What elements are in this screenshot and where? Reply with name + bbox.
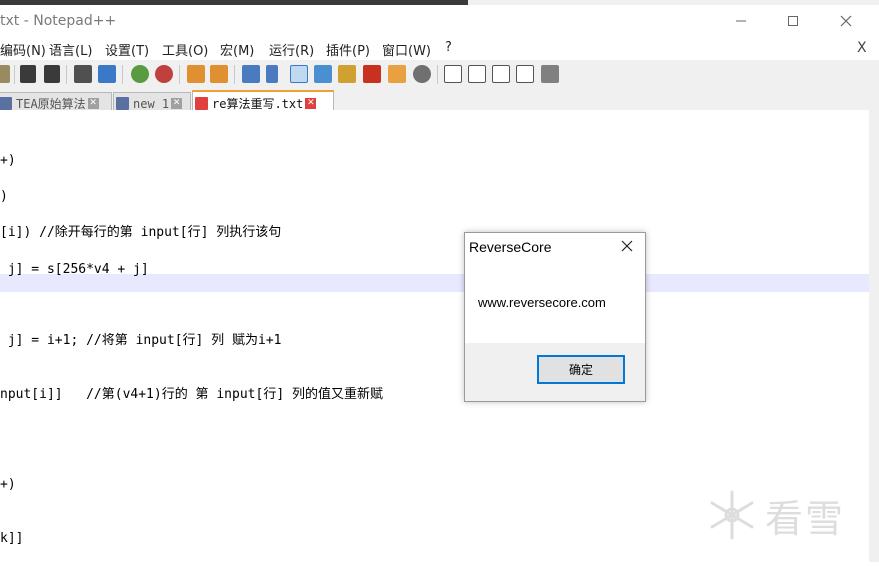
zoom-in-icon[interactable] <box>131 65 149 83</box>
dialog-close-button[interactable] <box>615 236 639 256</box>
language-udl-icon[interactable] <box>314 65 332 83</box>
dialog-footer: 确定 <box>465 343 645 401</box>
code-line: k]] <box>0 531 24 546</box>
code-line: nput[i]] //第(v4+1)行的 第 input[行] 列的值又重新赋 <box>0 387 383 402</box>
stop-macro-icon[interactable] <box>468 65 486 83</box>
floppy-icon <box>116 97 129 110</box>
kanxue-watermark: 看雪 <box>705 487 865 543</box>
record-macro-icon[interactable] <box>444 65 462 83</box>
monitoring-icon[interactable] <box>413 65 431 83</box>
zoom-out-icon[interactable] <box>155 65 173 83</box>
sync-vertical-icon[interactable] <box>187 65 205 83</box>
folder-workspace-icon[interactable] <box>388 65 406 83</box>
menu-bar: 编码(N) 语言(L) 设置(T) 工具(O) 宏(M) 运行(R) 插件(P)… <box>0 37 879 59</box>
menu-close-document[interactable]: X <box>857 40 867 56</box>
snowflake-icon <box>710 490 754 540</box>
menu-run[interactable]: 运行(R) <box>269 40 314 59</box>
menu-language[interactable]: 语言(L) <box>49 40 92 59</box>
toolbar-separator <box>179 65 180 84</box>
floppy-icon <box>0 97 12 110</box>
watermark-text: 看雪 <box>765 496 846 541</box>
tab-close-icon[interactable]: ✕ <box>305 98 317 109</box>
menu-settings[interactable]: 设置(T) <box>105 40 149 59</box>
code-line: j] = i+1; //将第 input[行] 列 赋为i+1 <box>0 333 282 348</box>
code-line: [i]) //除开每行的第 input[行] 列执行该句 <box>0 225 282 240</box>
title-bar[interactable]: txt - Notepad++ <box>0 5 879 37</box>
toolbar-separator <box>437 65 438 84</box>
menu-plugins[interactable]: 插件(P) <box>326 40 370 59</box>
indent-guide-icon[interactable] <box>290 65 308 83</box>
close-icon <box>840 15 852 27</box>
show-all-characters-icon[interactable] <box>266 65 278 83</box>
message-dialog: ReverseCore www.reversecore.com 确定 <box>464 232 646 402</box>
dialog-title: ReverseCore <box>469 239 552 255</box>
code-line: +) <box>0 153 16 168</box>
tab-close-icon[interactable]: ✕ <box>171 98 183 109</box>
find-icon[interactable] <box>74 65 92 83</box>
undo-icon[interactable] <box>20 65 36 83</box>
word-wrap-icon[interactable] <box>242 65 260 83</box>
document-map-icon[interactable] <box>338 65 356 83</box>
code-line: +) <box>0 477 16 492</box>
dialog-message: www.reversecore.com <box>478 295 606 310</box>
maximize-button[interactable] <box>768 5 818 37</box>
tab-label: new 1 <box>133 96 170 111</box>
run-macro-multiple-icon[interactable] <box>516 65 534 83</box>
maximize-icon <box>788 16 798 26</box>
menu-encoding[interactable]: 编码(N) <box>0 40 46 59</box>
code-line: j] = s[256*v4 + j] <box>0 262 149 277</box>
code-line: ) <box>0 189 8 204</box>
minimize-icon <box>736 20 746 22</box>
replace-icon[interactable] <box>98 65 116 83</box>
toolbar-separator <box>122 65 123 84</box>
toolbar-separator <box>14 65 15 84</box>
menu-tools[interactable]: 工具(O) <box>162 40 208 59</box>
window-title: txt - Notepad++ <box>0 13 117 29</box>
close-button[interactable] <box>821 5 871 37</box>
vertical-scrollbar[interactable] <box>869 110 879 562</box>
toolbar-separator <box>66 65 67 84</box>
toolbar <box>0 60 879 90</box>
menu-macro[interactable]: 宏(M) <box>220 40 254 59</box>
play-macro-icon[interactable] <box>492 65 510 83</box>
print-icon[interactable] <box>0 65 10 83</box>
toolbar-separator <box>234 65 235 84</box>
floppy-icon <box>195 97 208 110</box>
save-macro-icon[interactable] <box>541 65 559 83</box>
tab-close-icon[interactable]: ✕ <box>87 98 99 109</box>
redo-icon[interactable] <box>44 65 60 83</box>
sync-horizontal-icon[interactable] <box>210 65 228 83</box>
menu-help[interactable]: ? <box>445 40 452 55</box>
menu-window[interactable]: 窗口(W) <box>382 40 431 59</box>
close-icon <box>621 240 633 252</box>
function-list-icon[interactable] <box>363 65 381 83</box>
ok-button[interactable]: 确定 <box>537 355 625 384</box>
minimize-button[interactable] <box>716 5 766 37</box>
